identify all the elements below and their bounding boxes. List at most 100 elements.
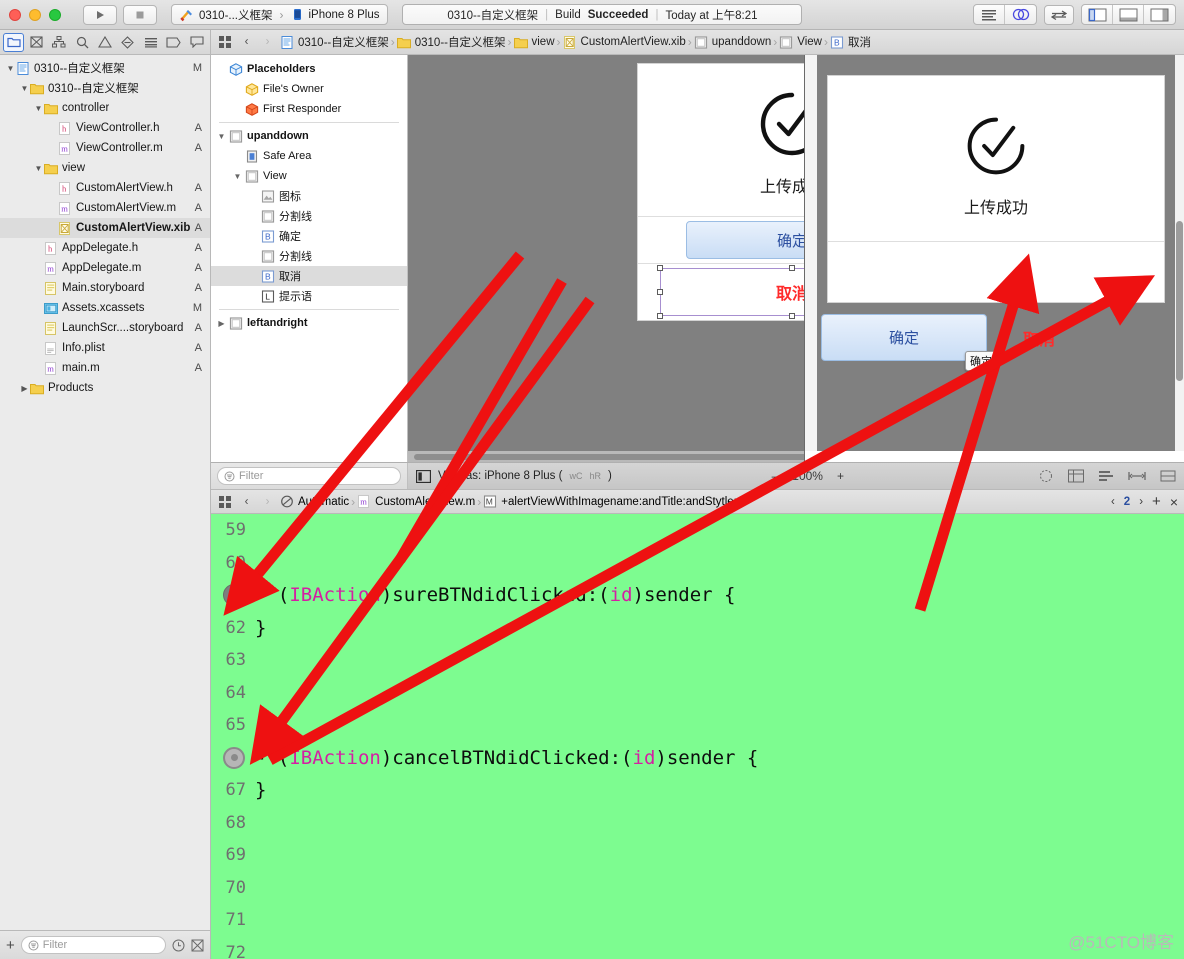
stop-button[interactable] [123,4,157,25]
navigator-row[interactable]: ▶hAppDelegate.hA [0,238,210,258]
disclosure-triangle[interactable]: ▶ [19,384,30,393]
alert-cancel-button[interactable]: 取消 [657,265,804,319]
forward-chevron-icon[interactable]: › [259,36,276,48]
navigator-row[interactable]: ▶mmain.mA [0,358,210,378]
breadcrumb-item[interactable]: view [513,36,555,49]
navigator-row[interactable]: ▶hViewController.hA [0,118,210,138]
list-icon[interactable] [191,939,204,952]
back-chevron-icon[interactable]: ‹ [238,36,255,48]
window-controls[interactable] [0,8,61,21]
assistant-preview-pane[interactable]: 上传成功 确定 取消 确定 [804,55,1184,462]
source-control-navigator-tab[interactable] [26,33,47,52]
resolve-issues-icon[interactable] [1160,469,1176,483]
preview-scrollbar-thumb[interactable] [1176,221,1183,381]
view-as-control[interactable]: View as: iPhone 8 Plus ( wC hR ) [408,469,612,483]
navigator-tab-bar[interactable] [0,30,210,55]
navigator-row[interactable]: ▼ view [0,158,210,178]
source-code-editor[interactable]: 59 60 ✛ - (IBAction)sureBTNdidClicked:(id)s… [211,514,1184,959]
document-outline-view[interactable]: ▶Placeholders▶File's Owner▶First Respond… [211,55,408,462]
outline-row[interactable]: ▶Placeholders [211,59,407,79]
disclosure-triangle[interactable]: ▼ [33,164,44,173]
navigator-row[interactable]: ▶mAppDelegate.mA [0,258,210,278]
back-chevron-icon[interactable]: ‹ [238,496,255,508]
navigator-row[interactable]: ▶Main.storyboardA [0,278,210,298]
breadcrumb[interactable]: 0310--自定义框架 › 0310--自定义框架 › view › CustomAlert… [280,34,871,50]
canvas-scroll-thumb[interactable] [414,454,804,460]
preview-alert-view[interactable]: 上传成功 [827,75,1165,303]
code-line[interactable]: - (IBAction)cancelBTNdidClicked:(id)send… [211,742,1184,775]
outline-row[interactable]: ▶B确定 [211,226,407,246]
ib-action-connected-icon[interactable]: ✛ [223,584,245,607]
disclosure-triangle[interactable]: ▼ [231,172,244,181]
outline-row[interactable]: ▶图标 [211,186,407,206]
disclosure-triangle[interactable]: ▼ [33,104,44,113]
outline-filter-field[interactable]: Filter [217,467,401,485]
navigator-row[interactable]: ▶Info.plistA [0,338,210,358]
breadcrumb-item[interactable]: View [779,35,822,49]
outline-row[interactable]: ▼ View [211,166,407,186]
outline-row-selected[interactable]: ▶B取消 [211,266,407,286]
forward-chevron-icon[interactable]: › [259,496,276,508]
code-line[interactable]: 65 [211,709,1184,742]
code-line[interactable]: ✛ - (IBAction)sureBTNdidClicked:(id)sende… [211,579,1184,612]
test-navigator-tab[interactable] [118,33,139,52]
outline-row[interactable]: ▶File's Owner [211,79,407,99]
run-button[interactable] [83,4,117,25]
resize-handle-bl[interactable] [657,313,663,319]
code-editor-jump-bar[interactable]: ‹ › Automatic › m CustomAlertView.m › M +alert… [211,489,1184,514]
find-navigator-tab[interactable] [72,33,93,52]
code-line[interactable]: 68 [211,807,1184,840]
code-line[interactable]: 60 [211,547,1184,580]
preview-ok-button[interactable]: 确定 [821,314,987,361]
code-line[interactable]: 62} [211,612,1184,645]
disclosure-triangle[interactable]: ▼ [215,132,228,141]
report-navigator-tab[interactable] [186,33,207,52]
outline-row[interactable]: ▶Safe Area [211,146,407,166]
add-icon[interactable]: + [6,937,15,954]
ib-action-connected-icon[interactable] [223,746,245,769]
navigator-row[interactable]: ▶ Products [0,378,210,398]
outline-row[interactable]: ▶L提示语 [211,286,407,306]
update-frames-icon[interactable] [1038,469,1054,483]
editor-mode-segmented-control[interactable] [973,4,1037,25]
toggle-utilities-button[interactable] [1144,5,1175,24]
embed-in-icon[interactable] [1068,469,1084,483]
resize-handle-tl[interactable] [657,265,663,272]
interface-builder-canvas[interactable]: 上传成功 确定 [408,55,804,462]
code-line[interactable]: 72 [211,937,1184,959]
breadcrumb-item[interactable]: m CustomAlertView.m [357,495,475,508]
breadcrumb-item[interactable]: 0310--自定义框架 [280,34,389,50]
code-line[interactable]: 64 [211,677,1184,710]
scheme-selector[interactable]: 0310-...义框架 › iPhone 8 Plus [171,4,389,25]
canvas-tools[interactable] [1038,469,1176,483]
disclosure-triangle[interactable]: ▼ [19,84,30,93]
standard-editor-button[interactable] [974,5,1005,24]
breadcrumb-item[interactable]: 0310--自定义框架 [396,34,506,50]
breadcrumb-item[interactable]: M +alertViewWithImagename:andTitle:andSty… [483,495,737,508]
navigator-row[interactable]: ▶mCustomAlertView.mA [0,198,210,218]
navigator-row[interactable]: ▶mViewController.mA [0,138,210,158]
alert-view-preview[interactable]: 上传成功 确定 [637,63,804,321]
outline-filter-bar[interactable]: Filter [211,463,408,489]
breadcrumb-item[interactable]: CustomAlertView.xib [563,35,686,49]
interface-builder-jump-bar[interactable]: ‹ › 0310--自定义框架 › 0310--自定义框架 › view › CustomA… [211,30,1184,55]
close-assistant-editor-button[interactable]: × [1170,494,1178,510]
assistant-page-control[interactable]: ‹ 2 › + × [1111,493,1178,510]
navigator-row[interactable]: ▼ 0310--自定义框架 M [0,58,210,78]
code-line[interactable]: 70 [211,872,1184,905]
minimize-window-button[interactable] [29,8,41,21]
navigator-row[interactable]: ▶Assets.xcassetsM [0,298,210,318]
related-items-icon[interactable] [217,495,234,508]
breadcrumb-item[interactable]: Automatic [280,495,349,508]
canvas-zoom-control[interactable]: – 100% + [772,469,844,483]
outline-row[interactable]: ▶分割线 [211,246,407,266]
align-icon[interactable] [1098,469,1114,483]
disclosure-triangle[interactable]: ▶ [215,319,228,328]
resize-handle-b[interactable] [789,313,795,319]
related-items-icon[interactable] [217,36,234,48]
outline-row[interactable]: ▶分割线 [211,206,407,226]
breadcrumb-item[interactable]: B 取消 [830,34,871,50]
version-editor-button[interactable] [1044,4,1074,25]
breakpoint-navigator-tab[interactable] [163,33,184,52]
panel-toggle-segmented-control[interactable] [1081,4,1176,25]
